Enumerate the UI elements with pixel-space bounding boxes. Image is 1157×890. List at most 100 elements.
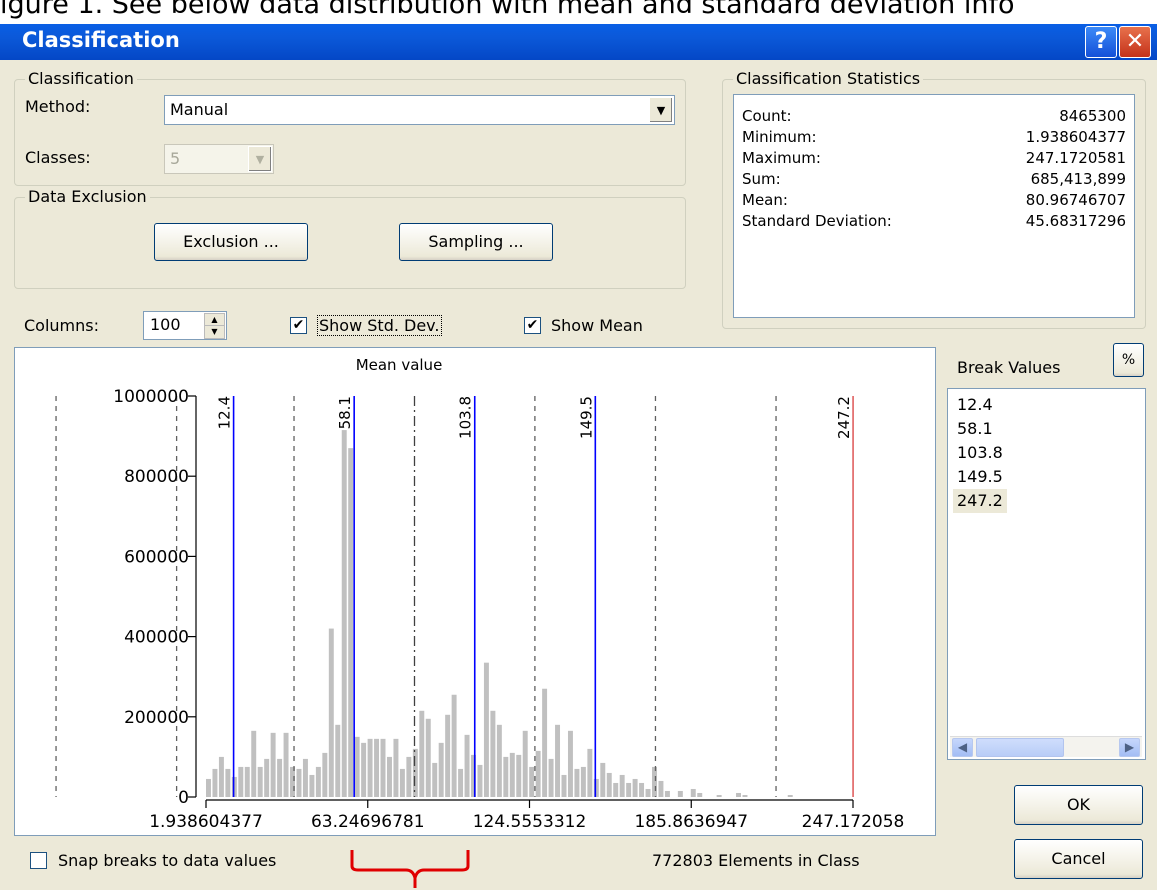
histogram-bar bbox=[600, 762, 606, 797]
histogram-bar bbox=[555, 724, 561, 797]
histogram-panel[interactable]: 12.4 58.1 103.8 149.5 247.2 0 200000 400000 6000… bbox=[14, 347, 936, 836]
histogram-bar bbox=[522, 730, 528, 797]
histogram-bar bbox=[206, 778, 211, 797]
statistics-group-label: Classification Statistics bbox=[733, 69, 924, 88]
dialog-client-area: Classification Method: Manual ▼ Classes:… bbox=[0, 60, 1157, 890]
histogram-bar bbox=[290, 766, 295, 797]
y-tick-label: 800000 bbox=[124, 467, 189, 487]
stat-row: Standard Deviation: 45.68317296 bbox=[742, 212, 1126, 233]
annotation-brace bbox=[350, 850, 470, 888]
list-item[interactable]: 58.1 bbox=[953, 417, 997, 441]
x-tick-label: 63.24696781 bbox=[311, 812, 425, 832]
method-select[interactable]: Manual ▼ bbox=[164, 95, 675, 125]
close-button[interactable]: ✕ bbox=[1119, 26, 1151, 58]
stat-row: Maximum: 247.1720581 bbox=[742, 149, 1126, 170]
histogram-bar bbox=[742, 794, 748, 797]
x-tick-label: 247.172058 bbox=[802, 812, 905, 832]
snap-breaks-label: Snap breaks to data values bbox=[58, 851, 277, 870]
histogram-bar bbox=[561, 774, 567, 797]
figure-caption: igure 1. See below data distribution wit… bbox=[0, 0, 1015, 20]
histogram-bar bbox=[626, 782, 632, 797]
exclusion-button[interactable]: Exclusion ... bbox=[154, 223, 308, 261]
columns-spinner[interactable]: 100 ▲ ▼ bbox=[143, 311, 227, 340]
classes-value: 5 bbox=[170, 149, 181, 168]
chevron-down-icon[interactable]: ▼ bbox=[248, 146, 272, 172]
stat-row: Mean: 80.96746707 bbox=[742, 191, 1126, 212]
horizontal-scrollbar[interactable]: ◀ ▶ bbox=[950, 736, 1142, 757]
y-tick-label: 0 bbox=[178, 788, 189, 808]
stat-value: 80.96746707 bbox=[1025, 191, 1126, 209]
scroll-left-icon[interactable]: ◀ bbox=[952, 738, 973, 757]
show-std-dev-label[interactable]: Show Std. Dev. bbox=[317, 315, 442, 336]
histogram-bar bbox=[225, 768, 231, 797]
method-value: Manual bbox=[170, 100, 229, 119]
help-button[interactable]: ? bbox=[1085, 26, 1117, 58]
list-item[interactable]: 103.8 bbox=[953, 441, 1007, 465]
stat-key: Standard Deviation: bbox=[742, 212, 892, 230]
classes-select[interactable]: 5 ▼ bbox=[164, 144, 274, 174]
show-mean-checkbox[interactable]: ✔ bbox=[524, 317, 541, 334]
break-values-label: Break Values bbox=[957, 358, 1061, 377]
histogram-bar bbox=[302, 758, 308, 797]
cancel-button[interactable]: Cancel bbox=[1014, 839, 1143, 879]
x-tick-label: 185.8636947 bbox=[634, 812, 748, 832]
histogram-bar bbox=[270, 732, 276, 797]
method-label: Method: bbox=[25, 97, 91, 116]
data-exclusion-group: Data Exclusion Exclusion ... Sampling ..… bbox=[14, 187, 686, 289]
show-mean-label[interactable]: Show Mean bbox=[551, 316, 643, 335]
ok-button[interactable]: OK bbox=[1014, 785, 1143, 825]
histogram-bar bbox=[445, 714, 451, 797]
spin-down-icon[interactable]: ▼ bbox=[204, 325, 225, 339]
break-line-label: 58.1 bbox=[336, 396, 354, 429]
histogram-bar bbox=[425, 718, 431, 797]
histogram-bar bbox=[361, 742, 367, 797]
scroll-thumb[interactable] bbox=[976, 738, 1064, 757]
title-bar: Classification ? ✕ bbox=[0, 24, 1157, 60]
histogram-bar bbox=[438, 742, 444, 797]
histogram-chart[interactable]: 12.4 58.1 103.8 149.5 247.2 0 200000 400000 6000… bbox=[15, 348, 935, 835]
sampling-button[interactable]: Sampling ... bbox=[399, 223, 553, 261]
histogram-bar bbox=[264, 758, 270, 797]
histogram-bar bbox=[315, 766, 321, 797]
histogram-bar bbox=[367, 738, 373, 797]
chevron-down-icon[interactable]: ▼ bbox=[649, 97, 673, 123]
histogram-bar bbox=[244, 766, 250, 797]
stat-key: Maximum: bbox=[742, 149, 821, 167]
show-std-dev-checkbox[interactable]: ✔ bbox=[290, 317, 307, 334]
break-values-list[interactable]: 12.4 58.1 103.8 149.5 247.2 bbox=[947, 388, 1146, 760]
histogram-bar bbox=[587, 748, 593, 797]
histogram-bar bbox=[419, 710, 425, 797]
histogram-bar bbox=[458, 768, 464, 797]
percent-button[interactable]: % bbox=[1113, 343, 1144, 377]
stat-value: 685,413,899 bbox=[1030, 170, 1126, 188]
list-item[interactable]: 12.4 bbox=[953, 393, 997, 417]
histogram-bar bbox=[322, 752, 328, 797]
snap-breaks-checkbox[interactable] bbox=[30, 852, 47, 869]
classification-group-label: Classification bbox=[25, 69, 137, 88]
list-item-selected[interactable]: 247.2 bbox=[953, 489, 1007, 513]
histogram-bar bbox=[257, 766, 263, 797]
histogram-bar bbox=[716, 794, 722, 797]
list-item[interactable]: 149.5 bbox=[953, 465, 1007, 489]
histogram-bar bbox=[503, 756, 509, 797]
histogram-bar bbox=[677, 790, 683, 797]
histogram-bar bbox=[251, 730, 257, 797]
histogram-bar bbox=[496, 724, 502, 797]
histogram-bar bbox=[464, 734, 470, 797]
histogram-bar bbox=[277, 758, 283, 797]
stat-value: 45.68317296 bbox=[1025, 212, 1126, 230]
histogram-bar bbox=[574, 768, 580, 797]
histogram-bar bbox=[690, 788, 696, 797]
histogram-bar bbox=[283, 732, 289, 797]
scroll-right-icon[interactable]: ▶ bbox=[1119, 738, 1140, 757]
histogram-bar bbox=[212, 768, 218, 797]
mean-value-annotation: Mean value bbox=[356, 356, 443, 374]
y-tick-label: 200000 bbox=[124, 708, 189, 728]
histogram-bar bbox=[613, 782, 619, 797]
stat-key: Count: bbox=[742, 107, 792, 125]
window-title: Classification bbox=[22, 28, 180, 52]
histogram-bar bbox=[619, 774, 625, 797]
stat-value: 1.938604377 bbox=[1025, 128, 1126, 146]
x-tick-label: 1.938604377 bbox=[149, 812, 263, 832]
histogram-bar bbox=[412, 748, 418, 797]
